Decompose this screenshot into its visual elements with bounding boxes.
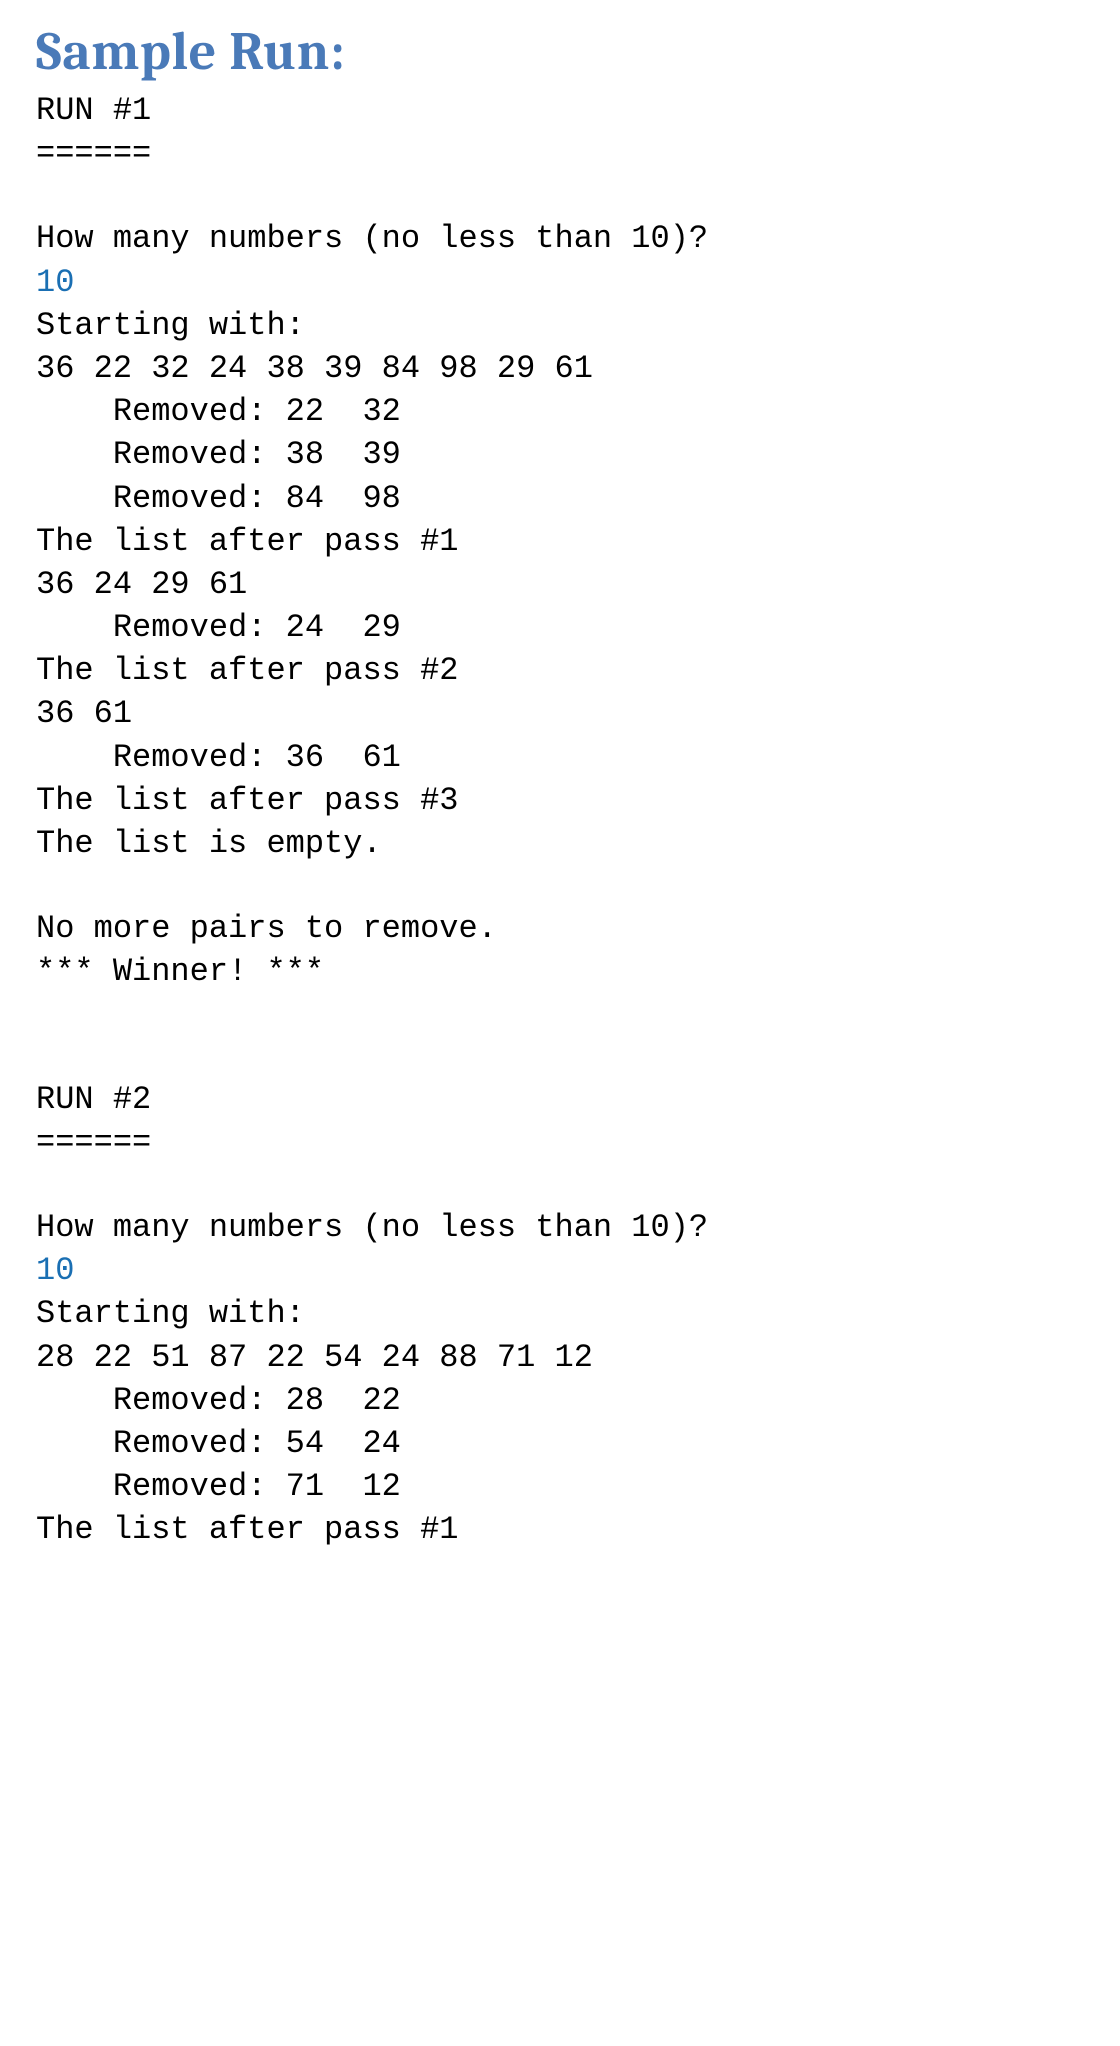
run1-removed-0: Removed: 22 32 xyxy=(36,390,1084,433)
run2-starting-list: 28 22 51 87 22 54 24 88 71 12 xyxy=(36,1336,1084,1379)
run1-pass1-label: The list after pass #1 xyxy=(36,520,1084,563)
run1-starting-label: Starting with: xyxy=(36,304,1084,347)
run1-winner: *** Winner! *** xyxy=(36,950,1084,993)
run2-starting-label: Starting with: xyxy=(36,1292,1084,1335)
run1-title: RUN #1 xyxy=(36,89,1084,132)
run2-title: RUN #2 xyxy=(36,1078,1084,1121)
run1-rule: ====== xyxy=(36,132,1084,175)
run1-starting-list: 36 22 32 24 38 39 84 98 29 61 xyxy=(36,347,1084,390)
run1-pass2-label: The list after pass #2 xyxy=(36,649,1084,692)
run2-pass1-label: The list after pass #1 xyxy=(36,1508,1084,1551)
run1-input: 10 xyxy=(36,261,1084,304)
run2-input: 10 xyxy=(36,1249,1084,1292)
run1-removed2-0: Removed: 24 29 xyxy=(36,606,1084,649)
run1-removed-2: Removed: 84 98 xyxy=(36,477,1084,520)
run2-removed-0: Removed: 28 22 xyxy=(36,1379,1084,1422)
run1-pass3-label: The list after pass #3 xyxy=(36,779,1084,822)
section-heading: Sample Run: xyxy=(36,20,1084,83)
run1-nomore: No more pairs to remove. xyxy=(36,907,1084,950)
run2-prompt: How many numbers (no less than 10)? xyxy=(36,1206,1084,1249)
run1-empty-msg: The list is empty. xyxy=(36,822,1084,865)
run2-rule: ====== xyxy=(36,1121,1084,1164)
run1-removed3-0: Removed: 36 61 xyxy=(36,736,1084,779)
run1-pass2-list: 36 61 xyxy=(36,692,1084,735)
run2-removed-2: Removed: 71 12 xyxy=(36,1465,1084,1508)
run1-pass1-list: 36 24 29 61 xyxy=(36,563,1084,606)
run2-removed-1: Removed: 54 24 xyxy=(36,1422,1084,1465)
run1-prompt: How many numbers (no less than 10)? xyxy=(36,217,1084,260)
run1-removed-1: Removed: 38 39 xyxy=(36,433,1084,476)
